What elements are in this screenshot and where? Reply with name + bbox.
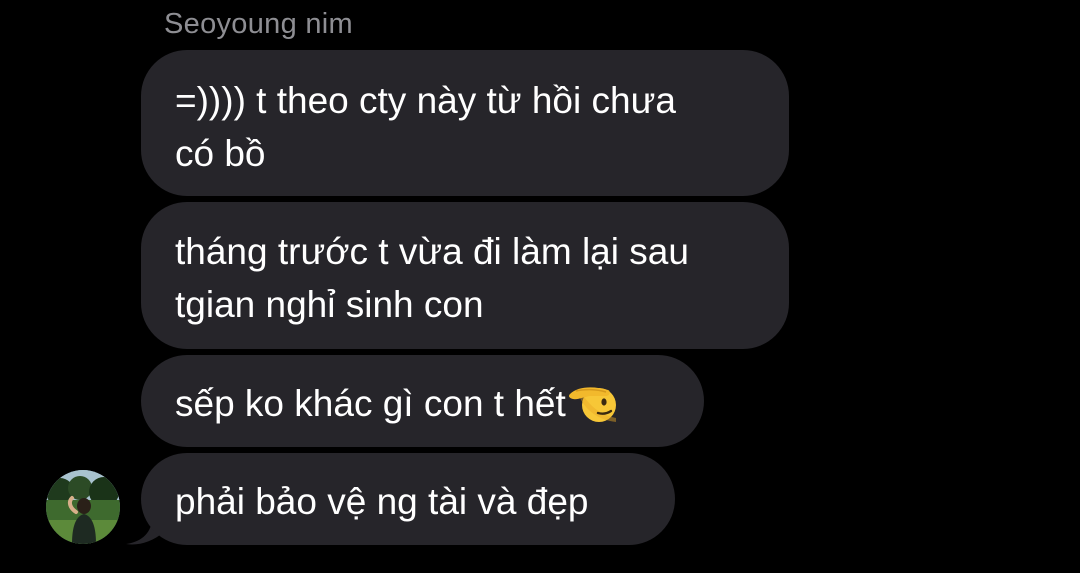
- message-text-line: tgian nghỉ sinh con: [175, 284, 484, 325]
- message-bubble[interactable]: sếp ko khác gì con t hết: [141, 355, 704, 447]
- message-text-line: sếp ko khác gì con t hết: [175, 377, 670, 438]
- message-bubble[interactable]: phải bảo vệ ng tài và đẹp: [141, 453, 675, 545]
- saluting-face-icon: [568, 384, 620, 438]
- message-bubble[interactable]: =)))) t theo cty này từ hồi chưa có bồ: [141, 50, 789, 196]
- message-text: sếp ko khác gì con t hết: [175, 383, 566, 424]
- message-text-line: có bồ: [175, 133, 266, 174]
- message-text-line: =)))) t theo cty này từ hồi chưa: [175, 80, 676, 121]
- message-bubble[interactable]: tháng trước t vừa đi làm lại sau tgian n…: [141, 202, 789, 349]
- sender-name: Seoyoung nim: [164, 8, 353, 40]
- message-text-line: phải bảo vệ ng tài và đẹp: [175, 481, 589, 522]
- avatar[interactable]: [46, 470, 120, 544]
- message-text-line: tháng trước t vừa đi làm lại sau: [175, 231, 689, 272]
